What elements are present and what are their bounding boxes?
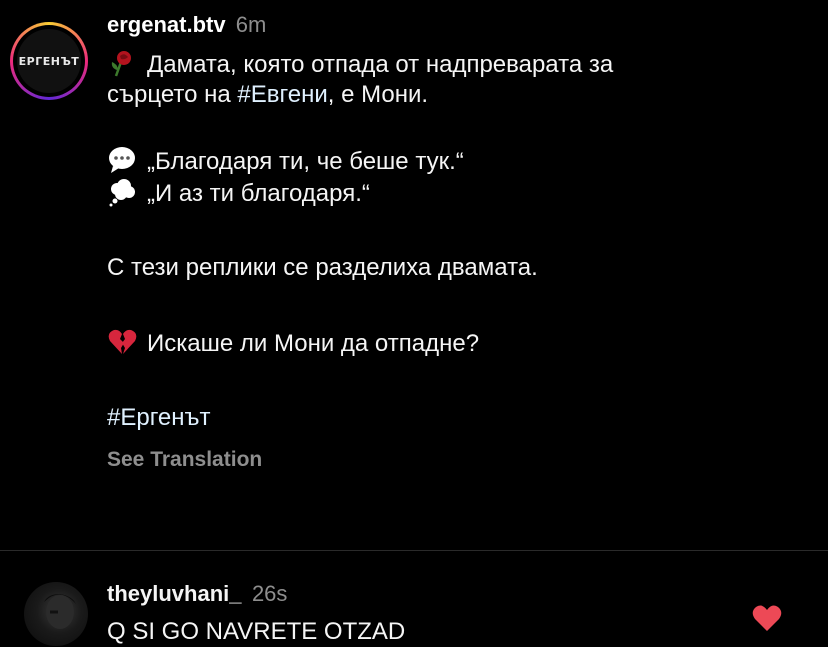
avatar-photo: [44, 594, 76, 629]
comment: theyluvhani_ 26s Q SI GO NAVRETE OTZAD: [107, 579, 405, 647]
post-time: 6m: [235, 12, 267, 37]
divider: [0, 550, 828, 551]
caption-line-5: С тези реплики се разделиха двамата.: [107, 253, 807, 283]
ergenat-logo: ЕРГЕНЪТ: [17, 29, 81, 93]
post-username[interactable]: ergenat.btv: [107, 12, 226, 37]
caption-text-5: С тези реплики се разделиха двамата.: [107, 254, 538, 281]
caption-line-1: Дамата, която отпада от надпреварата за: [107, 48, 807, 80]
avatar-border: ЕРГЕНЪТ: [13, 25, 85, 97]
comment-avatar[interactable]: [24, 582, 88, 646]
caption-text-2b: , е Мони.: [327, 81, 429, 108]
caption-hashtag-line: #Ергенът: [107, 403, 807, 433]
rose-icon: [111, 51, 131, 77]
thought-bubble-icon: [109, 179, 135, 207]
comment-text: Q SI GO NAVRETE OTZAD: [107, 618, 406, 645]
caption-quote-2: „И аз ти благодаря.“: [107, 177, 807, 209]
broken-heart-icon: [108, 329, 137, 354]
quote-text-1: „Благодаря ти, че беше тук.“: [147, 148, 464, 175]
post-header: ergenat.btv 6m: [107, 10, 807, 40]
caption-line-6: Искаше ли Мони да отпадне?: [107, 327, 807, 359]
speech-bubble-icon: [109, 147, 135, 173]
heart-icon[interactable]: [752, 604, 782, 632]
caption-text-6: Искаше ли Мони да отпадне?: [147, 330, 480, 357]
post-caption: ergenat.btv 6m Дамата, която отпада от н…: [107, 10, 807, 472]
comment-header: theyluvhani_ 26s: [107, 579, 405, 609]
hashtag-ergenat[interactable]: #Ергенът: [107, 404, 211, 431]
caption-text-1: Дамата, която отпада от надпреварата за: [147, 51, 614, 78]
caption-quote-1: „Благодаря ти, че беше тук.“: [107, 145, 807, 177]
see-translation-link[interactable]: See Translation: [107, 448, 807, 472]
comment-username[interactable]: theyluvhani_: [107, 581, 241, 606]
hashtag-evgeni[interactable]: #Евгени: [237, 81, 327, 108]
caption-text-2a: сърцето на: [107, 81, 238, 108]
quote-text-2: „И аз ти благодаря.“: [147, 180, 370, 207]
post-avatar[interactable]: ЕРГЕНЪТ: [10, 22, 88, 100]
caption-line-2: сърцето на #Евгени, е Мони.: [107, 80, 807, 110]
comment-time: 26s: [251, 581, 288, 606]
